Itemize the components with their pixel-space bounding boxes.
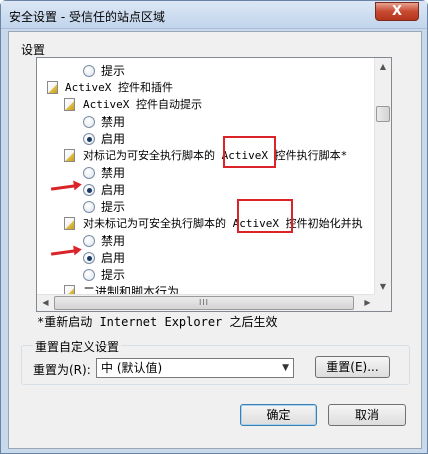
option-label: 启用 [101,251,126,265]
category-label: ActiveX 控件和插件 [65,81,173,94]
cancel-button[interactable]: 取消 [328,404,406,426]
setting-label: 对未标记为可安全执行脚本的 ActiveX 控件初始化并执 [83,217,363,230]
horizontal-scroll-thumb[interactable]: III [54,296,354,310]
setting-label: 对标记为可安全执行脚本的 ActiveX 控件执行脚本* [83,149,348,162]
radio-button-checked[interactable] [83,184,95,196]
option-label: 提示 [101,268,126,282]
option-label: 启用 [101,132,126,146]
radio-button[interactable] [83,201,95,213]
restart-note: *重新启动 Internet Explorer 之后生效 [37,315,278,329]
settings-label: 设置 [21,43,46,57]
option-label: 禁用 [101,234,126,248]
setting-icon [64,98,75,111]
red-arrow-icon [50,249,76,256]
option-label: 提示 [101,64,126,78]
category-settings-icon [47,81,58,94]
highlight-box [237,199,293,233]
radio-button-checked[interactable] [83,252,95,264]
horizontal-scrollbar[interactable]: ◀ III ▶ [37,294,376,311]
option-label: 提示 [101,200,126,214]
vertical-scroll-thumb[interactable] [376,106,390,122]
highlight-box [223,136,276,168]
reset-to-label: 重置为(R): [33,363,91,377]
radio-button[interactable] [83,235,95,247]
radio-button[interactable] [83,167,95,179]
option-label: 启用 [101,183,126,197]
setting-icon [64,149,75,162]
vertical-scrollbar[interactable]: ▲ ▼ [374,58,391,295]
scroll-corner [374,294,391,311]
chevron-down-icon: ▼ [282,363,289,373]
settings-list[interactable]: 提示 ActiveX 控件和插件 ActiveX 控件自动提示 禁用 启用 对标… [36,57,392,312]
radio-button-checked[interactable] [83,133,95,145]
close-button[interactable]: X [375,2,419,21]
radio-button[interactable] [83,116,95,128]
reset-button[interactable]: 重置(E)... [315,356,390,378]
radio-button[interactable] [83,65,95,77]
radio-button[interactable] [83,269,95,281]
reset-group-title: 重置自定义设置 [33,338,122,355]
option-label: 禁用 [101,166,126,180]
security-settings-dialog: 安全设置 - 受信任的站点区域 X 设置 提示 ActiveX 控件和插件 Ac… [0,0,428,454]
scroll-down-icon[interactable]: ▼ [375,278,391,295]
window-title: 安全设置 - 受信任的站点区域 [9,10,165,24]
red-arrow-icon [50,184,76,191]
scroll-up-icon[interactable]: ▲ [375,58,391,75]
reset-level-value: 中 (默认值) [101,361,163,375]
title-bar: 安全设置 - 受信任的站点区域 X [1,1,427,29]
setting-label: ActiveX 控件自动提示 [83,98,202,111]
ok-button[interactable]: 确定 [240,404,317,426]
scroll-left-icon[interactable]: ◀ [37,295,54,311]
reset-level-select[interactable]: 中 (默认值) ▼ [96,358,294,378]
setting-icon [64,217,75,230]
option-label: 禁用 [101,115,126,129]
close-icon: X [391,4,403,19]
